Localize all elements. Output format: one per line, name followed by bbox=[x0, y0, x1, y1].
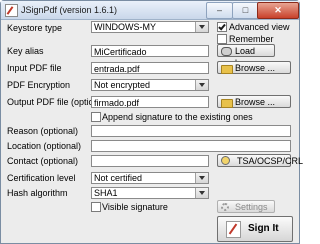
browse-output-label: Browse ... bbox=[235, 97, 276, 107]
contact-input[interactable] bbox=[91, 155, 209, 167]
pdf-encryption-value: Not encrypted bbox=[94, 80, 151, 90]
hash-algorithm-label: Hash algorithm bbox=[7, 188, 68, 198]
app-window: JSignPdf (version 1.6.1) – □ ✕ Keystore … bbox=[0, 0, 303, 244]
append-signature-label: Append signature to the existing ones bbox=[102, 112, 253, 122]
location-label: Location (optional) bbox=[7, 141, 82, 151]
window-title: JSignPdf (version 1.6.1) bbox=[21, 5, 118, 15]
signing-form: Keystore type WINDOWS-MY Advanced view R… bbox=[1, 20, 303, 243]
maximize-button[interactable]: □ bbox=[232, 2, 259, 19]
chevron-down-icon[interactable] bbox=[195, 173, 208, 183]
chevron-down-icon[interactable] bbox=[195, 188, 208, 198]
key-alias-label: Key alias bbox=[7, 46, 44, 56]
reason-input[interactable] bbox=[91, 125, 291, 137]
title-bar[interactable]: JSignPdf (version 1.6.1) – □ ✕ bbox=[1, 1, 299, 20]
close-button[interactable]: ✕ bbox=[257, 2, 299, 19]
advanced-view-checkbox[interactable] bbox=[217, 22, 227, 32]
hash-algorithm-value: SHA1 bbox=[94, 188, 118, 198]
certification-level-value: Not certified bbox=[94, 173, 143, 183]
visible-signature-checkbox[interactable] bbox=[91, 202, 101, 212]
tsa-icon bbox=[221, 156, 230, 165]
folder-icon bbox=[221, 99, 233, 108]
folder-icon bbox=[221, 65, 233, 74]
sign-icon bbox=[226, 221, 241, 238]
visible-signature-label: Visible signature bbox=[102, 202, 168, 212]
tsa-ocsp-crl-label: TSA/OCSP/CRL bbox=[237, 156, 304, 166]
certification-level-select[interactable]: Not certified bbox=[91, 172, 209, 184]
tsa-ocsp-crl-button[interactable]: TSA/OCSP/CRL bbox=[217, 154, 303, 167]
sign-it-label: Sign It bbox=[248, 223, 279, 234]
input-pdf-label: Input PDF file bbox=[7, 63, 62, 73]
pdf-encryption-select[interactable]: Not encrypted bbox=[91, 79, 209, 91]
chevron-down-icon[interactable] bbox=[195, 80, 208, 90]
output-pdf-field[interactable]: firmado.pdf bbox=[91, 96, 209, 108]
settings-button[interactable]: Settings bbox=[217, 200, 275, 213]
browse-output-button[interactable]: Browse ... bbox=[217, 95, 291, 108]
input-pdf-field[interactable]: entrada.pdf bbox=[91, 62, 209, 74]
load-keys-button[interactable]: Load keys bbox=[217, 44, 275, 68]
chevron-down-icon[interactable] bbox=[195, 22, 208, 32]
keystore-type-label: Keystore type bbox=[7, 23, 63, 33]
key-icon bbox=[221, 47, 232, 56]
settings-label: Settings bbox=[235, 202, 268, 212]
contact-label: Contact (optional) bbox=[7, 156, 79, 166]
browse-input-button[interactable]: Browse ... bbox=[217, 61, 291, 74]
reason-label: Reason (optional) bbox=[7, 126, 79, 136]
app-icon bbox=[5, 4, 18, 17]
certification-level-label: Certification level bbox=[7, 173, 76, 183]
sign-it-button[interactable]: Sign It bbox=[217, 216, 293, 242]
location-input[interactable] bbox=[91, 140, 291, 152]
advanced-view-label: Advanced view bbox=[229, 22, 290, 32]
minimize-button[interactable]: – bbox=[206, 2, 233, 19]
hash-algorithm-select[interactable]: SHA1 bbox=[91, 187, 209, 199]
key-alias-input[interactable]: MiCertificado bbox=[91, 45, 209, 57]
keystore-type-select[interactable]: WINDOWS-MY bbox=[91, 21, 209, 33]
remember-passwords-checkbox[interactable] bbox=[217, 34, 227, 44]
gear-icon bbox=[221, 203, 229, 211]
keystore-type-value: WINDOWS-MY bbox=[94, 22, 156, 32]
browse-input-label: Browse ... bbox=[235, 63, 276, 73]
append-signature-checkbox[interactable] bbox=[91, 112, 101, 122]
pdf-encryption-label: PDF Encryption bbox=[7, 80, 71, 90]
